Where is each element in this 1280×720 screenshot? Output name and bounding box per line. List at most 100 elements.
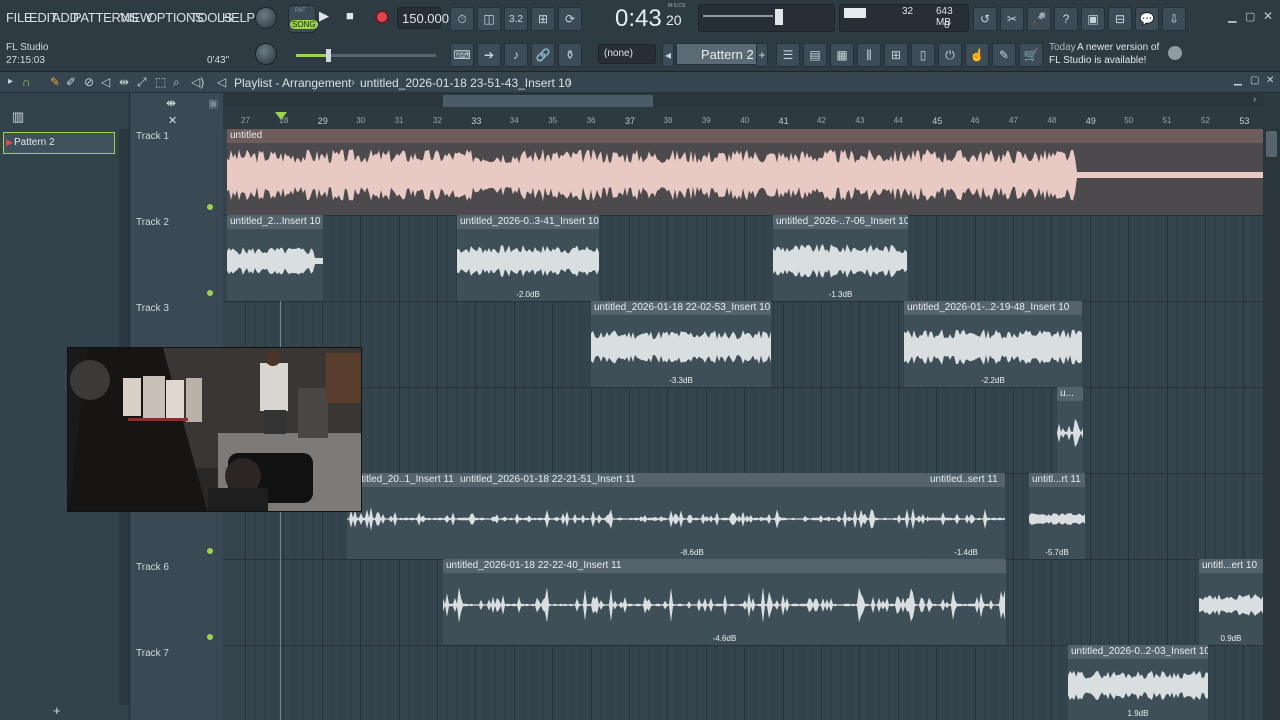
slice-icon[interactable]: ⤢ bbox=[137, 75, 147, 90]
news-text-2[interactable]: FL Studio is available! bbox=[1049, 55, 1146, 66]
arrow-icon[interactable]: ➔ bbox=[477, 43, 501, 67]
save-icon[interactable]: ▣ bbox=[1081, 7, 1105, 31]
audio-clip[interactable]: untitled_20..1_Insert 11 bbox=[347, 473, 457, 559]
chat-icon[interactable]: 💬 bbox=[1135, 7, 1159, 31]
audio-clip[interactable]: untitled_2026-01-18 22-22-40_Insert 11 -… bbox=[443, 559, 1006, 645]
menu-help[interactable]: HELP bbox=[222, 10, 255, 25]
playlist-grid[interactable]: untitled untitled_2...Insert 10 untitled… bbox=[223, 129, 1263, 720]
tempo-tapper-icon[interactable]: ✎ bbox=[992, 43, 1016, 67]
shop-cart-icon[interactable]: 🛒 bbox=[1019, 43, 1043, 67]
timeline-ruler[interactable]: › 27 28 29 30 31 32 33 34 35 36 37 38 39 40 41 42 43 44 45… bbox=[223, 93, 1280, 129]
delete-icon[interactable]: ⊘ bbox=[84, 75, 94, 89]
top-toolbar: FILE EDIT ADD PATTERNS VIEW OPTIONS TOOL… bbox=[0, 0, 1280, 72]
track-label[interactable]: Track 7 bbox=[136, 648, 169, 659]
collapse-icon[interactable]: ✕ bbox=[168, 114, 177, 127]
track-options-icon[interactable]: ▣ bbox=[208, 97, 218, 110]
help-icon[interactable]: ? bbox=[1054, 7, 1078, 31]
audio-clip[interactable]: untitled_2026-0..2-03_Insert 10 1.9dB bbox=[1068, 645, 1208, 720]
track-active-led[interactable] bbox=[207, 548, 213, 554]
add-pattern-bottom-icon[interactable]: + bbox=[53, 703, 61, 718]
audio-clip[interactable]: untitled_2026-0..3-41_Insert 10 -2.0dB bbox=[457, 215, 599, 301]
master-volume-slider[interactable] bbox=[296, 49, 436, 62]
zoom-icon[interactable]: ⌕ bbox=[173, 75, 180, 90]
stamp-icon[interactable]: ⚱ bbox=[558, 43, 582, 67]
audio-clip[interactable]: untitled_2...Insert 10 bbox=[227, 215, 323, 301]
audio-clip[interactable]: u... bbox=[1057, 387, 1083, 473]
ruler-tick: 45 bbox=[932, 116, 943, 126]
plugin-picker-icon[interactable]: ⏻ bbox=[938, 43, 962, 67]
paint-icon[interactable]: ✐ bbox=[66, 75, 76, 89]
step-edit-icon[interactable]: ⊞ bbox=[531, 7, 555, 31]
close-icon[interactable]: ✕ bbox=[1263, 9, 1273, 23]
clip-header[interactable]: untitled bbox=[227, 129, 1263, 143]
playhead-marker[interactable] bbox=[275, 112, 287, 120]
vertical-scrollbar[interactable] bbox=[1263, 129, 1280, 720]
playback-icon[interactable]: ◁) bbox=[191, 75, 204, 89]
mixer-icon[interactable]: ⊟ bbox=[1108, 7, 1132, 31]
master-pitch-knob[interactable] bbox=[255, 43, 277, 65]
slip-icon[interactable]: ⇹ bbox=[119, 75, 129, 89]
pl-close-icon[interactable]: ✕ bbox=[1266, 75, 1274, 86]
stop-icon[interactable]: ■ bbox=[346, 8, 364, 26]
pencil-icon[interactable]: ✎ bbox=[50, 75, 60, 89]
master-volume-knob[interactable] bbox=[255, 7, 277, 29]
track-label[interactable]: Track 6 bbox=[136, 562, 169, 573]
channel-rack-icon[interactable]: ▦ bbox=[830, 43, 854, 67]
select-icon[interactable]: ⬚ bbox=[155, 75, 166, 89]
track-active-led[interactable] bbox=[207, 290, 213, 296]
track-label[interactable]: Track 3 bbox=[136, 303, 169, 314]
link-icon[interactable]: 🔗 bbox=[531, 43, 555, 67]
play-icon[interactable]: ▶ bbox=[319, 8, 337, 26]
audio-clip[interactable]: untitled_2026-..7-06_Insert 10 -1.3dB bbox=[773, 215, 908, 301]
add-pattern-icon[interactable]: + bbox=[756, 43, 768, 67]
audio-clip[interactable]: untitled_2026-01-..2-19-48_Insert 10 -2.… bbox=[904, 301, 1082, 387]
main-pitch-panel[interactable] bbox=[698, 4, 835, 32]
wait-input-icon[interactable]: ◫ bbox=[477, 7, 501, 31]
pattern-selector[interactable]: Pattern 2 bbox=[676, 43, 758, 65]
track-active-led[interactable] bbox=[207, 634, 213, 640]
piano-roll-icon[interactable]: ▤ bbox=[803, 43, 827, 67]
tempo-display[interactable]: 150.000 bbox=[397, 7, 449, 29]
audio-clip[interactable]: untitled bbox=[227, 129, 1263, 215]
pat-song-switch[interactable]: PAT SONG bbox=[288, 5, 318, 33]
loop-record-icon[interactable]: ⟳ bbox=[558, 7, 582, 31]
globe-icon[interactable] bbox=[1168, 46, 1182, 60]
piano-icon[interactable]: ▥ bbox=[12, 109, 24, 125]
overview-strip[interactable] bbox=[223, 93, 1263, 107]
news-text[interactable]: A newer version of bbox=[1077, 42, 1159, 53]
track-active-led[interactable] bbox=[207, 204, 213, 210]
minimize-icon[interactable]: ▁ bbox=[1228, 10, 1236, 23]
track-label[interactable]: Track 2 bbox=[136, 217, 169, 228]
record-icon[interactable] bbox=[375, 10, 389, 24]
magnet-icon[interactable]: ∩ bbox=[22, 75, 31, 89]
audio-clip[interactable]: untitl...rt 11 -5.7dB bbox=[1029, 473, 1085, 559]
audio-clip[interactable]: untitled_2026-01-18 22-21-51_Insert 11 -… bbox=[457, 473, 927, 559]
pl-maximize-icon[interactable]: ▢ bbox=[1250, 75, 1259, 86]
undo-icon[interactable]: ↺ bbox=[973, 7, 997, 31]
mixer-window-icon[interactable]: ⫼ bbox=[857, 43, 881, 67]
prev-pattern-icon[interactable]: ◂ bbox=[662, 43, 674, 67]
typing-keyboard-icon[interactable]: ⌨ bbox=[450, 43, 474, 67]
scroll-right-icon[interactable]: › bbox=[1253, 94, 1256, 105]
browser-icon[interactable]: ⊞ bbox=[884, 43, 908, 67]
track-label[interactable]: Track 1 bbox=[136, 131, 169, 142]
expand-arrow-icon[interactable]: ▸ bbox=[8, 76, 13, 87]
download-icon[interactable]: ⇩ bbox=[1162, 7, 1186, 31]
plugin-database-icon[interactable]: ▯ bbox=[911, 43, 935, 67]
step-sequencer-icon[interactable]: ♪ bbox=[504, 43, 528, 67]
playlist-icon[interactable]: ☰ bbox=[776, 43, 800, 67]
snap-select[interactable]: (none) bbox=[598, 44, 656, 64]
audio-clip[interactable]: untitled..sert 11 -1.4dB bbox=[927, 473, 1005, 559]
pattern-item[interactable]: ▶ Pattern 2 bbox=[3, 132, 115, 154]
touch-keyboard-icon[interactable]: ☝ bbox=[965, 43, 989, 67]
maximize-icon[interactable]: ▢ bbox=[1245, 10, 1255, 23]
microphone-icon[interactable]: 🎤 bbox=[1027, 7, 1051, 31]
move-tool-icon[interactable]: ⇼ bbox=[166, 96, 176, 110]
countdown-icon[interactable]: 3.2 bbox=[504, 7, 528, 31]
audio-clip[interactable]: untitl...ert 10 0.9dB bbox=[1199, 559, 1263, 645]
metronome-icon[interactable]: ⏱ bbox=[450, 7, 474, 31]
audio-clip[interactable]: untitled_2026-01-18 22-02-53_Insert 10 -… bbox=[591, 301, 771, 387]
mute-icon[interactable]: ◁ bbox=[101, 75, 110, 89]
cut-icon[interactable]: ✂ bbox=[1000, 7, 1024, 31]
pl-minimize-icon[interactable]: ▁ bbox=[1234, 75, 1242, 86]
